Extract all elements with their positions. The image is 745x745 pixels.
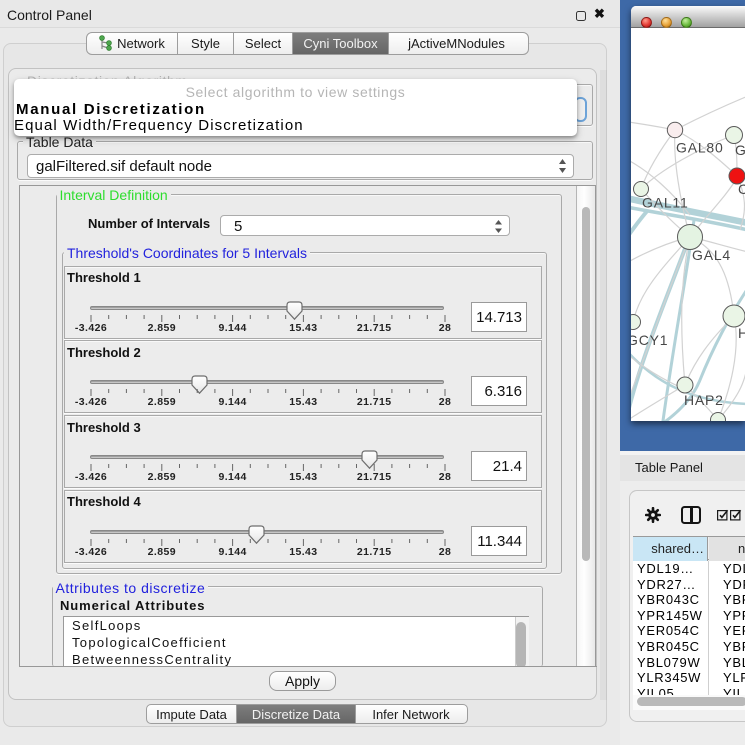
svg-text:C: C — [738, 181, 745, 197]
svg-text:HAP2: HAP2 — [684, 392, 724, 408]
svg-text:H: H — [738, 325, 745, 341]
svg-text:GAL4: GAL4 — [692, 247, 731, 263]
svg-text:GAL80: GAL80 — [676, 140, 724, 156]
svg-text:GA: GA — [735, 142, 745, 158]
svg-text:GAL11: GAL11 — [642, 195, 689, 211]
svg-text:GCY1: GCY1 — [631, 332, 668, 348]
